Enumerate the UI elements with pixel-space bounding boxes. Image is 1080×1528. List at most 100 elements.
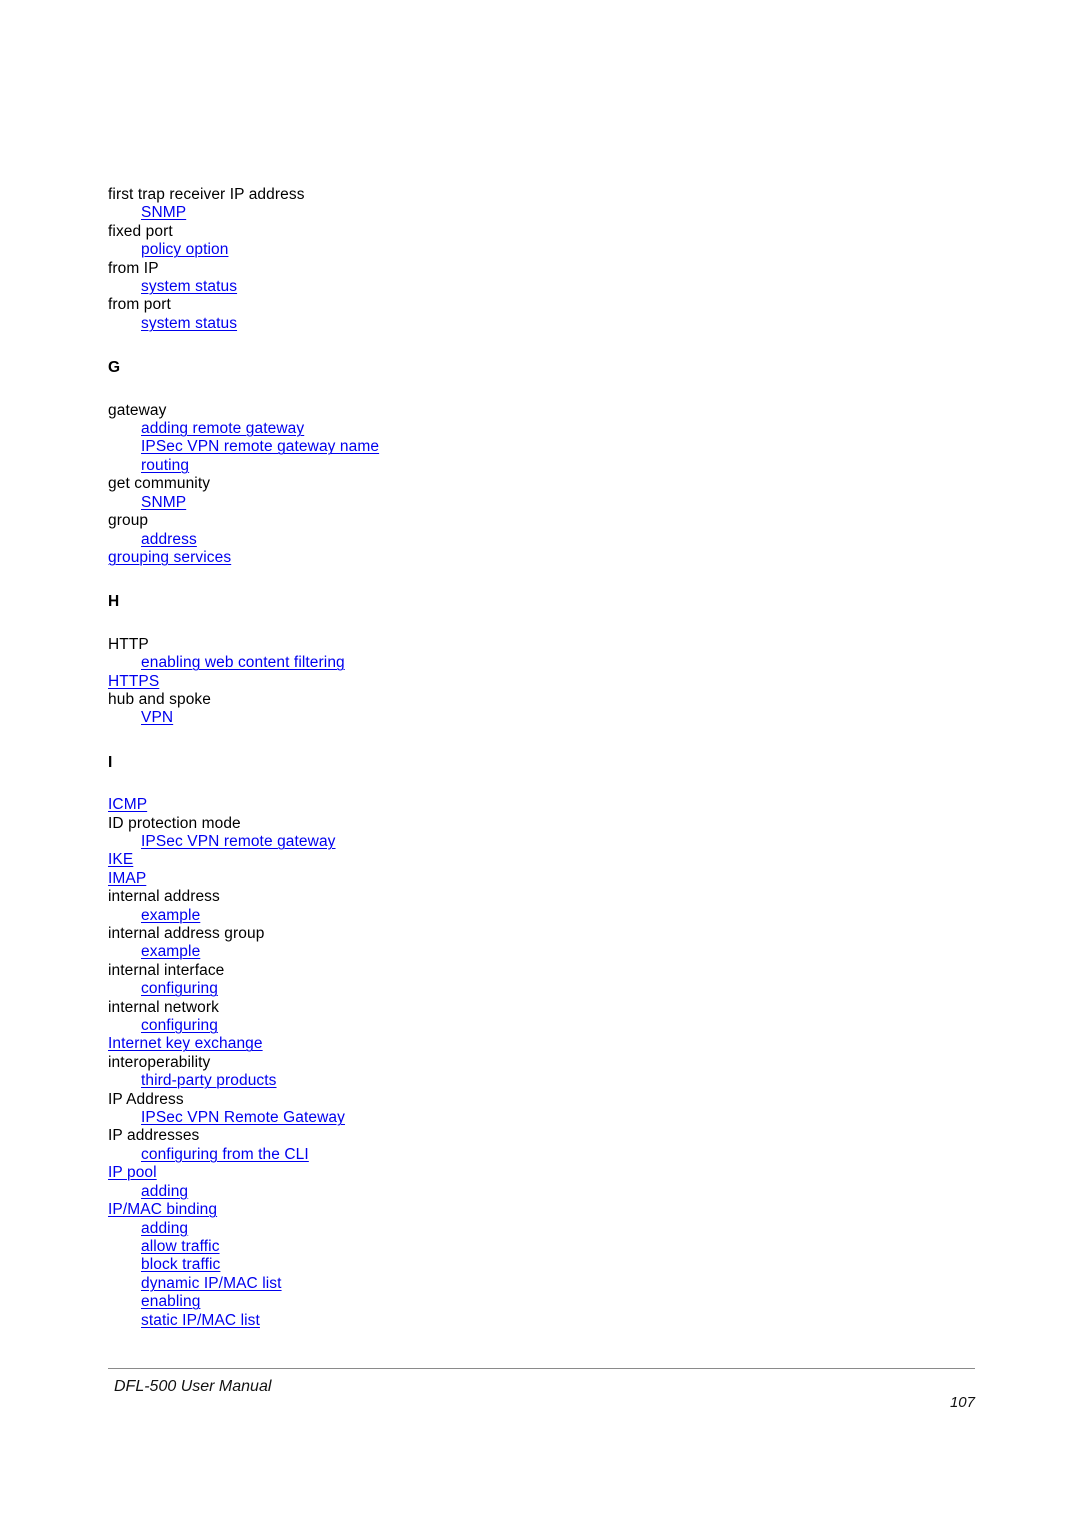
- index-entry: internal interface: [108, 962, 968, 980]
- index-entry: Internet key exchange: [108, 1035, 968, 1053]
- index-link[interactable]: IP pool: [108, 1164, 157, 1181]
- index-entry: get community: [108, 475, 968, 493]
- index-subentry: allow traffic: [108, 1238, 968, 1256]
- index-link[interactable]: IP/MAC binding: [108, 1201, 217, 1218]
- index-entry: hub and spoke: [108, 691, 968, 709]
- index-subentry: configuring: [108, 980, 968, 998]
- index-link[interactable]: adding: [141, 1220, 188, 1237]
- index-subentry: static IP/MAC list: [108, 1312, 968, 1330]
- index-link[interactable]: HTTPS: [108, 673, 159, 690]
- index-entry: group: [108, 512, 968, 530]
- index-link[interactable]: allow traffic: [141, 1238, 220, 1255]
- index-subentry: dynamic IP/MAC list: [108, 1275, 968, 1293]
- index-link[interactable]: configuring: [141, 1017, 218, 1034]
- index-subentry: example: [108, 943, 968, 961]
- index-subentry: configuring from the CLI: [108, 1146, 968, 1164]
- index-entry: first trap receiver IP address: [108, 186, 968, 204]
- index-link[interactable]: IKE: [108, 851, 133, 868]
- index-entry: internal network: [108, 999, 968, 1017]
- section-letter-h: H: [108, 593, 120, 611]
- index-entry: ID protection mode: [108, 815, 968, 833]
- index-subentry: enabling: [108, 1293, 968, 1311]
- index-subentry: IPSec VPN remote gateway: [108, 833, 968, 851]
- index-term: hub and spoke: [108, 690, 211, 708]
- index-link[interactable]: example: [141, 943, 200, 960]
- index-link[interactable]: IMAP: [108, 870, 146, 887]
- index-entry: HTTPS: [108, 673, 968, 691]
- section-letter-g: G: [108, 359, 121, 377]
- index-entry: IMAP: [108, 870, 968, 888]
- index-subentry: system status: [108, 278, 968, 296]
- index-subentry: IPSec VPN Remote Gateway: [108, 1109, 968, 1127]
- index-subentry: IPSec VPN remote gateway name: [108, 438, 968, 456]
- index-link[interactable]: adding: [141, 1183, 188, 1200]
- index-link[interactable]: adding remote gateway: [141, 420, 304, 437]
- index-link[interactable]: block traffic: [141, 1256, 220, 1273]
- index-entry: IP/MAC binding: [108, 1201, 968, 1219]
- index-subentry: adding remote gateway: [108, 420, 968, 438]
- index-link[interactable]: IPSec VPN remote gateway name: [141, 438, 379, 455]
- index-term: from IP: [108, 259, 159, 277]
- index-term: from port: [108, 296, 171, 314]
- index-link[interactable]: enabling: [141, 1293, 200, 1310]
- index-term: ID protection mode: [108, 814, 241, 832]
- index-link[interactable]: third-party products: [141, 1072, 277, 1089]
- index-link[interactable]: configuring: [141, 980, 218, 997]
- index-subentry: configuring: [108, 1017, 968, 1035]
- index-subentry: routing: [108, 457, 968, 475]
- index-entry: from IP: [108, 260, 968, 278]
- index-term: fixed port: [108, 222, 173, 240]
- index-subentry: VPN: [108, 709, 968, 727]
- index-link[interactable]: policy option: [141, 241, 228, 258]
- index-link[interactable]: example: [141, 907, 200, 924]
- index-entry: from port: [108, 296, 968, 314]
- index-link[interactable]: system status: [141, 278, 237, 295]
- index-entry: IP addresses: [108, 1127, 968, 1145]
- index-link[interactable]: IPSec VPN Remote Gateway: [141, 1109, 345, 1126]
- footer-page-number: 107: [949, 1394, 975, 1411]
- index-link[interactable]: static IP/MAC list: [141, 1312, 260, 1329]
- index-entry: IKE: [108, 851, 968, 869]
- index-entry: ICMP: [108, 796, 968, 814]
- index-subentry: system status: [108, 315, 968, 333]
- index-term: interoperability: [108, 1053, 211, 1071]
- index-link[interactable]: dynamic IP/MAC list: [141, 1275, 282, 1292]
- index-term: first trap receiver IP address: [108, 186, 305, 203]
- index-link[interactable]: SNMP: [141, 494, 186, 511]
- index-entry: gateway: [108, 402, 968, 420]
- index-entry: fixed port: [108, 223, 968, 241]
- index-link[interactable]: VPN: [141, 709, 173, 726]
- index-link[interactable]: address: [141, 531, 197, 548]
- index-link[interactable]: enabling web content filtering: [141, 654, 345, 671]
- index-entry: IP Address: [108, 1091, 968, 1109]
- index-link[interactable]: IPSec VPN remote gateway: [141, 833, 336, 850]
- index-link[interactable]: grouping services: [108, 549, 231, 566]
- index-link[interactable]: SNMP: [141, 204, 186, 221]
- index-entry: internal address: [108, 888, 968, 906]
- index-link[interactable]: routing: [141, 457, 189, 474]
- index-subentry: adding: [108, 1183, 968, 1201]
- index-link[interactable]: ICMP: [108, 796, 147, 813]
- index-subentry: third-party products: [108, 1072, 968, 1090]
- index-list: first trap receiver IP address SNMP fixed …: [108, 186, 968, 1330]
- index-link[interactable]: configuring from the CLI: [141, 1146, 309, 1163]
- index-term: internal address group: [108, 925, 265, 942]
- index-entry: IP pool: [108, 1164, 968, 1182]
- footer-manual-title: DFL-500 User Manual: [114, 1378, 272, 1395]
- index-term: internal interface: [108, 961, 225, 979]
- index-entry: HTTP: [108, 636, 968, 654]
- index-subentry: example: [108, 907, 968, 925]
- index-subentry: SNMP: [108, 494, 968, 512]
- index-term: IP addresses: [108, 1127, 200, 1145]
- index-term: internal network: [108, 998, 220, 1016]
- page-footer: DFL-500 User Manual 107: [108, 1378, 975, 1418]
- index-entry: interoperability: [108, 1054, 968, 1072]
- index-link[interactable]: Internet key exchange: [108, 1035, 263, 1052]
- index-link[interactable]: system status: [141, 315, 237, 332]
- section-letter-i: I: [108, 753, 113, 771]
